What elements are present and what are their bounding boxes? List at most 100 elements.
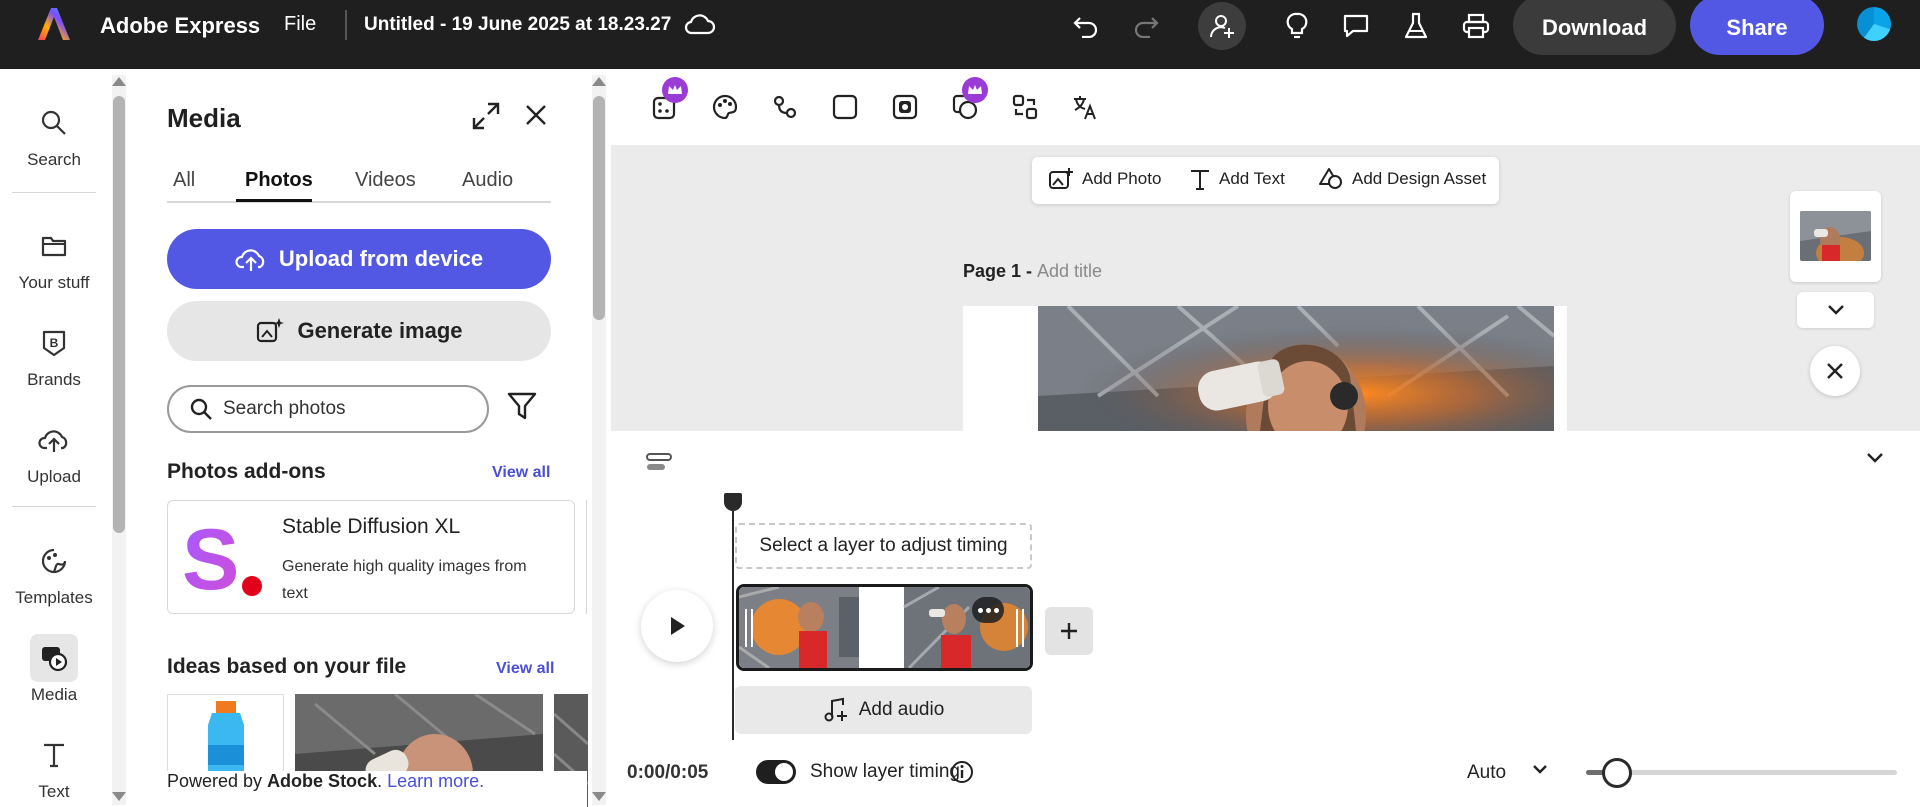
addons-view-all-link[interactable]: View all (492, 464, 550, 482)
generate-image-icon (257, 318, 285, 343)
timeline-clip[interactable] (736, 584, 1033, 671)
page-thumbnail-image (1800, 211, 1871, 261)
close-icon (1827, 363, 1843, 379)
rail-item-templates[interactable]: Templates (0, 537, 108, 608)
add-scene-button[interactable] (1045, 607, 1093, 655)
close-icon[interactable] (524, 103, 548, 127)
show-layer-timing-toggle[interactable] (756, 760, 796, 784)
search-photos-field[interactable] (167, 385, 489, 433)
add-audio-label: Add audio (858, 699, 945, 720)
divider (12, 506, 96, 507)
upload-from-device-button[interactable]: Upload from device (167, 229, 551, 289)
timeline-resize-handle[interactable] (645, 451, 673, 473)
addon-card-stable-diffusion[interactable]: S Stable Diffusion XL Generate high qual… (167, 500, 575, 614)
addon-name: Stable Diffusion XL (282, 515, 461, 538)
replace-icon[interactable] (1005, 87, 1045, 127)
rail-item-text[interactable]: Text (0, 731, 108, 802)
add-photo-icon (1049, 168, 1073, 189)
filter-icon[interactable] (506, 391, 538, 421)
search-icon (30, 99, 78, 147)
playhead-line (732, 501, 734, 740)
redo-icon[interactable] (1126, 8, 1166, 44)
tab-audio[interactable]: Audio (462, 169, 513, 192)
shape-square-icon[interactable] (825, 87, 865, 127)
expand-icon[interactable] (471, 101, 501, 131)
lightbulb-icon[interactable] (1277, 8, 1317, 44)
print-icon[interactable] (1456, 8, 1496, 44)
add-audio-button[interactable]: Add audio (735, 686, 1032, 734)
add-photo-button[interactable]: Add Photo (1048, 167, 1161, 191)
add-design-asset-button[interactable]: Add Design Asset (1318, 167, 1486, 191)
chevron-down-icon (1827, 305, 1844, 315)
document-title[interactable]: Untitled - 19 June 2025 at 18.23.27 (364, 14, 671, 36)
rail-item-label: Brands (27, 370, 81, 389)
search-icon (190, 398, 212, 420)
rail-scrollbar-thumb[interactable] (113, 96, 125, 533)
comment-icon[interactable] (1336, 8, 1376, 44)
rail-item-search[interactable]: Search (0, 99, 108, 170)
file-menu[interactable]: File (284, 13, 316, 36)
upload-button-label: Upload from device (278, 246, 484, 271)
zoom-select[interactable]: Auto (1467, 762, 1506, 784)
clip-end-handle[interactable] (1016, 609, 1024, 647)
plus-icon (1061, 623, 1077, 639)
zoom-slider-track[interactable] (1586, 770, 1897, 775)
translate-icon[interactable] (1065, 87, 1105, 127)
adobe-express-logo[interactable] (36, 6, 72, 42)
undo-icon[interactable] (1066, 8, 1106, 44)
photos-addons-title: Photos add-ons (167, 460, 326, 483)
rail-item-upload[interactable]: Upload (0, 416, 108, 487)
page-list-toggle[interactable] (1797, 292, 1874, 328)
page-title-input[interactable]: Add title (1037, 261, 1102, 281)
scroll-up-icon[interactable] (112, 77, 126, 86)
page-thumbnail[interactable] (1790, 191, 1881, 282)
play-icon (671, 617, 685, 635)
left-rail: Search Your stuff B Brands Upload Templa… (0, 69, 108, 807)
svg-text:B: B (50, 336, 59, 350)
generate-button-label: Generate image (297, 318, 463, 343)
learn-more-link[interactable]: Learn more. (387, 771, 484, 791)
app-name: Adobe Express (100, 13, 261, 38)
cloud-sync-icon[interactable] (684, 11, 716, 39)
generate-image-button[interactable]: Generate image (167, 301, 551, 361)
zoom-slider-handle[interactable] (1602, 758, 1633, 788)
invite-collaborator-button[interactable] (1198, 2, 1246, 50)
search-photos-input[interactable] (223, 398, 463, 420)
info-icon[interactable] (950, 760, 974, 784)
add-audio-icon (824, 697, 847, 722)
tab-photos[interactable]: Photos (245, 169, 313, 192)
path-animation-icon[interactable] (765, 87, 805, 127)
page-label: Page 1 - Add title (963, 261, 1102, 282)
scroll-up-icon[interactable] (592, 77, 606, 86)
clip-more-options-icon[interactable] (972, 597, 1004, 623)
flask-icon[interactable] (1396, 8, 1436, 44)
addon-description: Generate high quality images from text (282, 558, 527, 602)
clip-start-handle[interactable] (745, 609, 753, 647)
text-icon (30, 731, 78, 779)
close-pages-button[interactable] (1810, 346, 1860, 396)
play-button[interactable] (641, 590, 713, 662)
templates-icon (30, 537, 78, 585)
color-palette-icon[interactable] (705, 87, 745, 127)
avatar[interactable] (1857, 7, 1891, 41)
scroll-down-icon[interactable] (592, 792, 606, 801)
rail-item-your-stuff[interactable]: Your stuff (0, 222, 108, 293)
chevron-down-icon[interactable] (1531, 762, 1549, 776)
share-button[interactable]: Share (1690, 0, 1824, 55)
canvas-photo[interactable] (1038, 306, 1554, 431)
page-number: Page 1 - (963, 261, 1038, 281)
scroll-down-icon[interactable] (112, 792, 126, 801)
mask-icon[interactable] (885, 87, 925, 127)
rail-item-brands[interactable]: B Brands (0, 319, 108, 390)
collapse-timeline-button[interactable] (1865, 451, 1885, 465)
download-button[interactable]: Download (1513, 0, 1676, 55)
ideas-view-all-link[interactable]: View all (496, 660, 554, 678)
tab-all[interactable]: All (173, 169, 195, 192)
rail-item-label: Text (38, 782, 70, 801)
add-text-button[interactable]: Add Text (1189, 167, 1285, 191)
tab-videos[interactable]: Videos (355, 169, 416, 192)
panel-scrollbar-thumb[interactable] (593, 96, 605, 320)
add-design-asset-label: Add Design Asset (1352, 169, 1487, 188)
rail-item-media[interactable]: Media (0, 634, 108, 705)
upload-cloud-icon (235, 249, 265, 271)
